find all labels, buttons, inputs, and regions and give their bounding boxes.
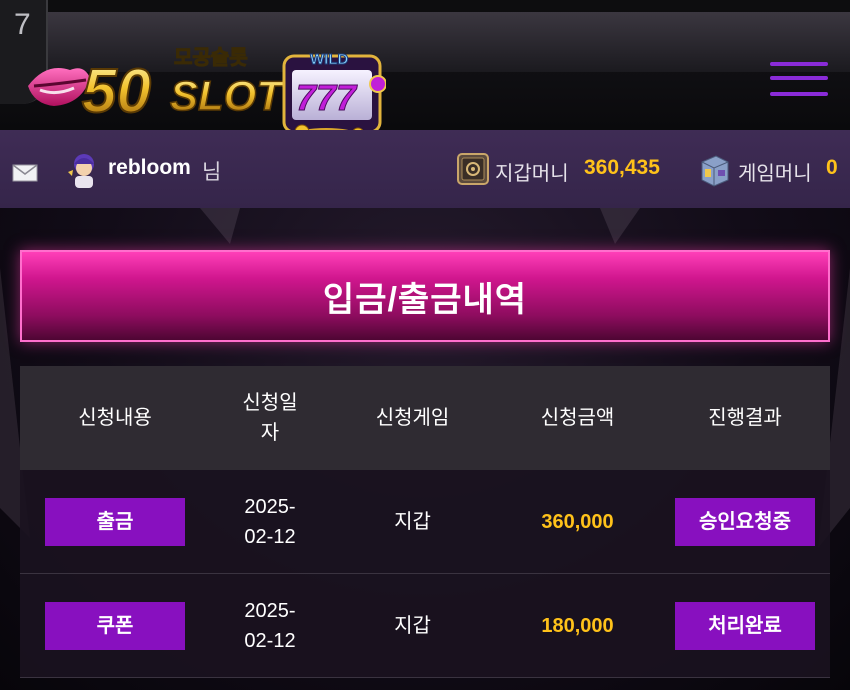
cell-type: 출금 bbox=[20, 470, 210, 574]
cell-amount: 360,000 bbox=[495, 470, 660, 574]
table-row: 쿠폰 2025- 02-12 지갑 180,000 처리완료 bbox=[20, 574, 830, 678]
column-header-date: 신청일 자 bbox=[210, 366, 330, 470]
request-game: 지갑 bbox=[394, 511, 431, 533]
column-header-label: 진행결과 bbox=[708, 407, 782, 429]
table-row: 출금 2025- 02-12 지갑 360,000 승인요청중 bbox=[20, 470, 830, 574]
cell-game: 지갑 bbox=[330, 574, 495, 678]
username-suffix: 님 bbox=[202, 161, 222, 184]
game-money-label: 게임머니 bbox=[738, 163, 812, 185]
logo-wild: WILD bbox=[310, 51, 348, 68]
game-machine-icon bbox=[701, 155, 729, 187]
user-bar: rebloom 님 지갑머니 360,435 게임머니 0 bbox=[0, 130, 850, 208]
logo-korean-text: 모공슬롯 bbox=[174, 45, 248, 69]
avatar bbox=[68, 154, 94, 188]
site-logo[interactable]: 50 모공슬롯 SLOT 777 WILD bbox=[26, 34, 386, 142]
column-header-label: 신청내용 bbox=[78, 407, 152, 429]
request-date: 2025- 02-12 bbox=[244, 496, 296, 548]
request-amount: 180,000 bbox=[541, 615, 614, 637]
request-type-button[interactable]: 출금 bbox=[45, 498, 185, 546]
cell-game: 지갑 bbox=[330, 470, 495, 574]
table-header: 신청내용 신청일 자 신청게임 신청금액 진행결과 bbox=[20, 366, 830, 470]
request-date: 2025- 02-12 bbox=[244, 600, 296, 652]
column-header-game: 신청게임 bbox=[330, 366, 495, 470]
column-header-amount: 신청금액 bbox=[495, 366, 660, 470]
column-header-type: 신청내용 bbox=[20, 366, 210, 470]
cell-status: 처리완료 bbox=[660, 574, 830, 678]
safe-icon bbox=[457, 153, 489, 185]
column-header-label: 신청일 자 bbox=[242, 392, 298, 444]
page-title-banner: 입금/출금내역 bbox=[20, 250, 830, 342]
cell-status: 승인요청중 bbox=[660, 470, 830, 574]
column-header-label: 신청금액 bbox=[540, 407, 615, 429]
logo-word: SLOT bbox=[170, 72, 285, 119]
lips-icon bbox=[28, 68, 90, 106]
cell-date: 2025- 02-12 bbox=[210, 470, 330, 574]
column-header-label: 신청게임 bbox=[375, 407, 450, 429]
site-header: 7 50 모공슬롯 SLOT 777 WILD bbox=[0, 0, 850, 141]
request-type-button[interactable]: 쿠폰 bbox=[45, 602, 185, 650]
status-button[interactable]: 처리완료 bbox=[675, 602, 815, 650]
column-header-status: 진행결과 bbox=[660, 366, 830, 470]
history-table: 신청내용 신청일 자 신청게임 신청금액 진행결과 출금 2025- 02-12… bbox=[20, 366, 830, 690]
cell-amount: 180,000 bbox=[495, 574, 660, 678]
logo-reels: 777 bbox=[296, 77, 358, 118]
slot-machine-icon: 777 WILD bbox=[282, 51, 386, 141]
request-amount: 360,000 bbox=[541, 511, 614, 533]
status-button[interactable]: 승인요청중 bbox=[675, 498, 815, 546]
menu-button[interactable] bbox=[770, 62, 830, 102]
request-game: 지갑 bbox=[394, 615, 431, 637]
logo-number: 50 bbox=[82, 57, 151, 126]
wallet-money-value: 360,435 bbox=[584, 156, 660, 179]
page-title: 입금/출금내역 bbox=[322, 280, 528, 319]
wallet-money-label: 지갑머니 bbox=[495, 163, 569, 185]
cell-type: 쿠폰 bbox=[20, 574, 210, 678]
mail-icon[interactable] bbox=[12, 164, 38, 182]
game-money-value: 0 bbox=[826, 156, 838, 179]
cell-date: 2025- 02-12 bbox=[210, 574, 330, 678]
username: rebloom bbox=[108, 156, 191, 179]
